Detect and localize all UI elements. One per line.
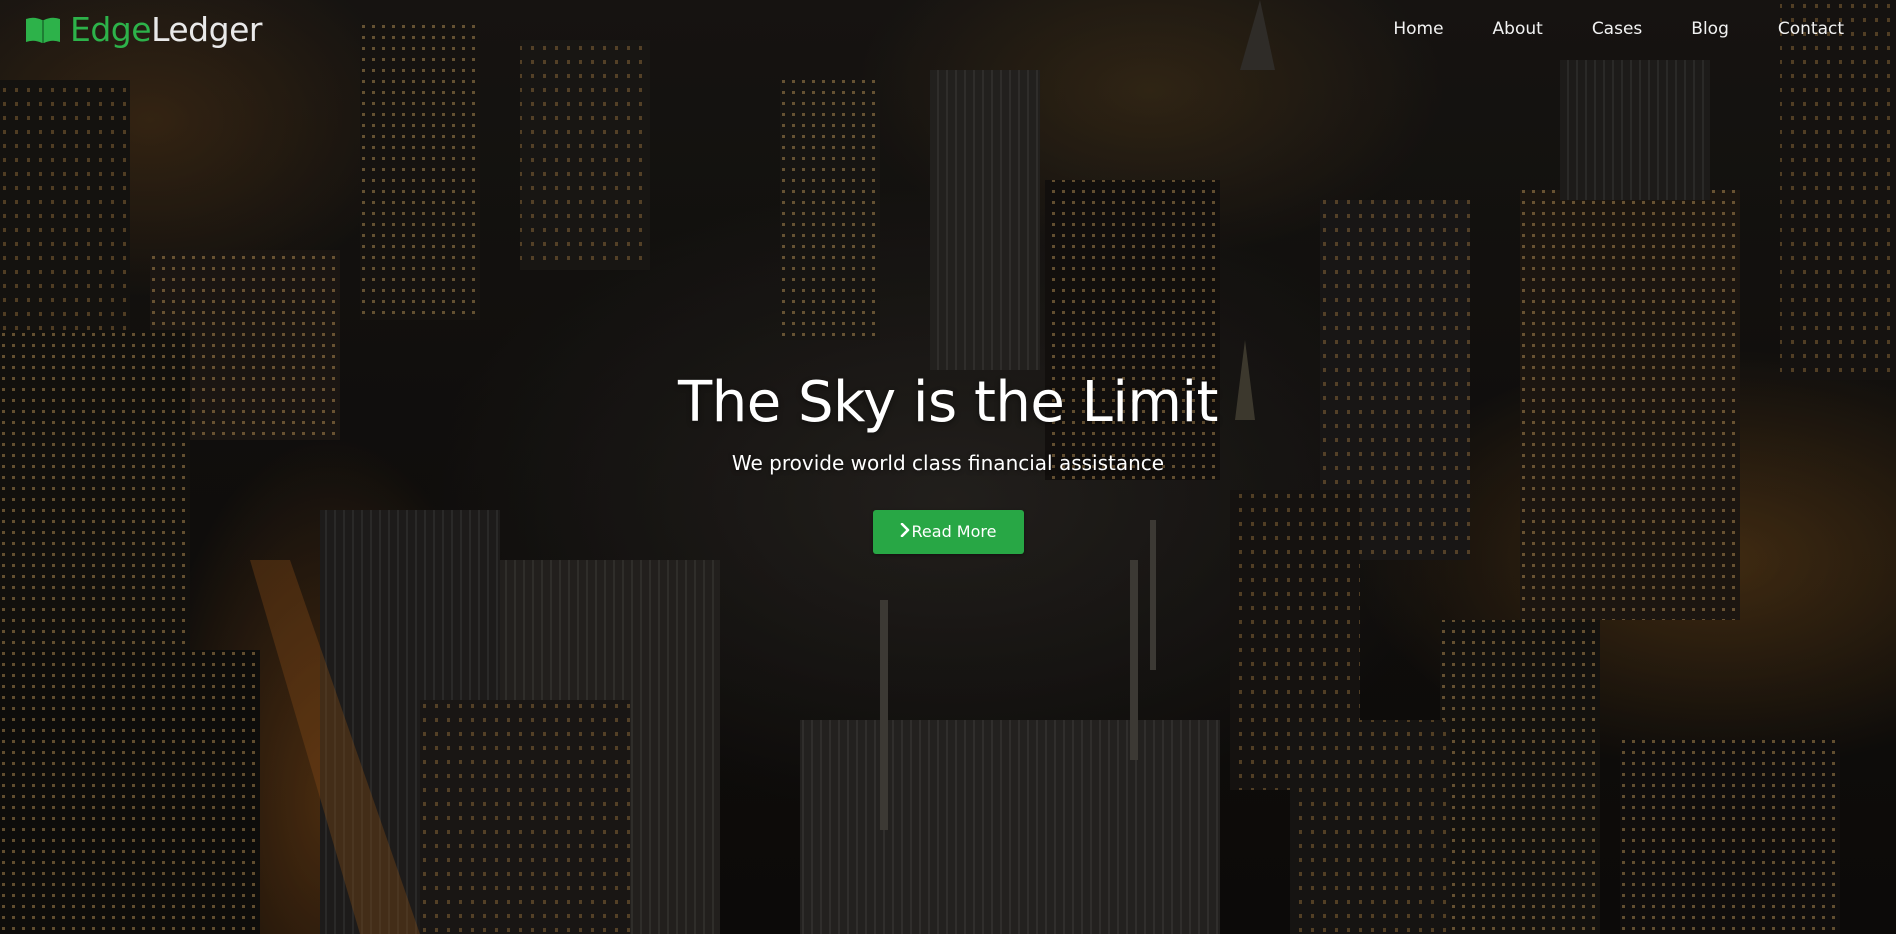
brand-name: EdgeLedger [70,10,262,50]
nav-link-about[interactable]: About [1444,17,1543,41]
hero-section: EdgeLedger Home About Cases Blog Contact… [0,0,1896,934]
brand-name-secondary: Ledger [151,10,262,49]
nav-link-cases[interactable]: Cases [1543,17,1642,41]
nav-link-home[interactable]: Home [1344,17,1443,41]
nav-menu: Home About Cases Blog Contact [1344,17,1844,41]
top-navbar: EdgeLedger Home About Cases Blog Contact [0,0,1896,60]
nav-link-blog[interactable]: Blog [1642,17,1729,41]
brand-name-primary: Edge [70,10,152,49]
read-more-button[interactable]: Read More [872,510,1024,554]
open-book-icon [24,15,62,45]
brand-logo-link[interactable]: EdgeLedger [24,10,262,50]
hero-subtitle: We provide world class financial assista… [731,451,1165,475]
hero-title: The Sky is the Limit [678,370,1218,435]
chevron-right-icon [900,510,910,554]
nav-link-contact[interactable]: Contact [1729,17,1844,41]
read-more-label: Read More [911,522,997,541]
hero-content: The Sky is the Limit We provide world cl… [0,360,1896,554]
